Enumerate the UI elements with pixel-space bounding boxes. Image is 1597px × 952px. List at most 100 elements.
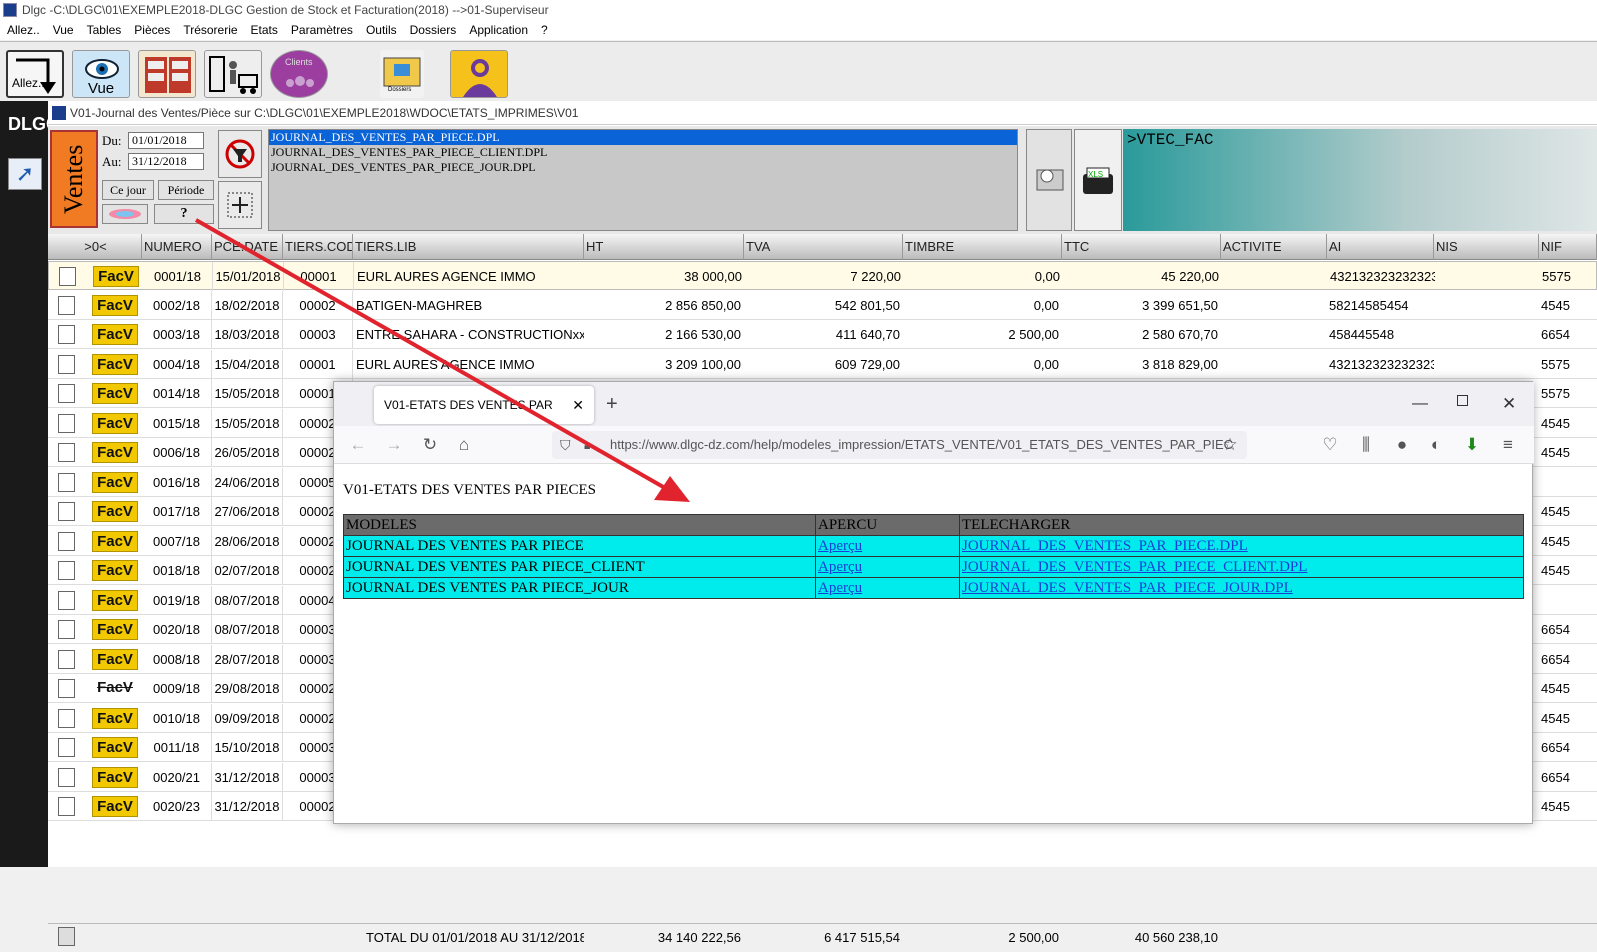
menu-tables[interactable]: Tables (87, 23, 122, 37)
col-toggle[interactable]: >0< (48, 234, 142, 260)
back-icon[interactable]: ← (346, 426, 370, 464)
facv-badge[interactable]: FacV (93, 266, 139, 287)
du-date-input[interactable]: 01/01/2018 (128, 132, 204, 149)
download-link[interactable]: JOURNAL_DES_VENTES_PAR_PIECE.DPL (962, 538, 1248, 554)
table-row[interactable]: FacV 0004/18 15/04/2018 00001 EURL AURES AGE… (48, 349, 1597, 379)
download-link[interactable]: JOURNAL_DES_VENTES_PAR_PIECE_CLIENT.DPL (962, 559, 1307, 575)
row-checkbox[interactable] (58, 649, 75, 669)
file-item[interactable]: JOURNAL_DES_VENTES_PAR_PIECE_CLIENT.DPL (269, 145, 1017, 160)
facv-badge[interactable]: FacV (92, 294, 138, 316)
row-checkbox[interactable] (58, 502, 75, 521)
bookmark-star-icon[interactable]: ☆ (1218, 426, 1242, 464)
apercu-link[interactable]: Aperçu (818, 580, 862, 596)
tables-button[interactable] (138, 50, 196, 98)
vue-button[interactable]: Vue (72, 50, 130, 98)
clients-button[interactable]: Clients (270, 50, 328, 98)
facv-badge[interactable]: FacV (92, 471, 138, 493)
sync-icon[interactable]: ● (1390, 426, 1414, 464)
facv-badge[interactable]: FacV (92, 737, 138, 758)
col-ht[interactable]: HT (584, 234, 744, 260)
row-checkbox[interactable] (58, 384, 75, 403)
row-checkbox[interactable] (58, 443, 75, 462)
facv-badge[interactable]: FacV (92, 442, 138, 463)
periode-button[interactable]: Période (158, 180, 214, 200)
menu-etats[interactable]: Etats (251, 23, 278, 37)
col-nif[interactable]: NIF (1539, 234, 1597, 260)
home-icon[interactable]: ⌂ (452, 426, 476, 464)
select-area-button[interactable] (218, 181, 262, 229)
facv-badge[interactable]: FacV (92, 412, 138, 434)
row-checkbox[interactable] (58, 413, 75, 433)
report-code-field[interactable]: >VTEC_FAC (1123, 129, 1597, 231)
shortcut-arrow-icon[interactable]: ➚ (8, 158, 42, 190)
facv-badge[interactable]: FacV (92, 648, 138, 670)
table-row[interactable]: FacV 0001/18 15/01/2018 00001 EURL AURES AGE… (48, 261, 1597, 291)
facv-badge[interactable]: FacV (92, 619, 138, 640)
row-checkbox[interactable] (58, 531, 75, 551)
allez-button[interactable]: Allez.. (6, 50, 64, 98)
file-item[interactable]: JOURNAL_DES_VENTES_PAR_PIECE_JOUR.DPL (269, 160, 1017, 175)
facv-badge[interactable]: FacV (92, 560, 138, 581)
facv-badge[interactable]: FacV (92, 589, 138, 611)
minimize-icon[interactable]: — (1412, 386, 1428, 422)
row-checkbox[interactable] (58, 354, 75, 374)
menu-allez[interactable]: Allez.. (7, 23, 40, 37)
row-checkbox[interactable] (58, 590, 75, 610)
col-numero[interactable]: NUMERO (142, 234, 212, 260)
col-timbre[interactable]: TIMBRE (903, 234, 1062, 260)
row-checkbox[interactable] (58, 738, 75, 757)
facv-badge[interactable]: FacV (92, 501, 138, 522)
close-tab-icon[interactable]: ✕ (572, 386, 584, 424)
extension-icon[interactable]: ◐ (1424, 426, 1448, 464)
menu-tresorerie[interactable]: Trésorerie (183, 23, 237, 37)
col-tiers-cod[interactable]: TIERS.COD (283, 234, 353, 260)
facv-badge[interactable]: FacV (92, 530, 138, 552)
forward-icon[interactable]: → (382, 426, 406, 464)
menu-icon[interactable]: ≡ (1496, 426, 1520, 464)
row-checkbox[interactable] (58, 295, 75, 315)
table-row[interactable]: FacV 0002/18 18/02/2018 00002 BATIGEN-MAGHRE… (48, 290, 1597, 320)
menu-parametres[interactable]: Paramètres (291, 23, 353, 37)
apercu-link[interactable]: Aperçu (818, 559, 862, 575)
facv-badge[interactable]: FacV (92, 383, 138, 404)
new-tab-icon[interactable]: + (606, 386, 618, 422)
facv-badge[interactable]: FacV (92, 707, 138, 729)
col-activite[interactable]: ACTIVITE (1221, 234, 1327, 260)
user-button[interactable] (450, 50, 508, 98)
library-icon[interactable]: ⫼ (1354, 426, 1378, 464)
row-checkbox[interactable] (58, 797, 75, 816)
facv-badge[interactable]: FacV (92, 796, 138, 817)
facv-badge[interactable]: FacV (92, 353, 138, 375)
col-tva[interactable]: TVA (744, 234, 903, 260)
pocket-icon[interactable]: ♡ (1318, 426, 1342, 464)
col-ai[interactable]: AI (1327, 234, 1434, 260)
download-link[interactable]: JOURNAL_DES_VENTES_PAR_PIECE_JOUR.DPL (962, 580, 1293, 596)
maximize-icon[interactable] (1457, 395, 1468, 406)
col-ttc[interactable]: TTC (1062, 234, 1221, 260)
menu-pieces[interactable]: Pièces (134, 23, 170, 37)
row-checkbox[interactable] (58, 620, 75, 639)
row-checkbox[interactable] (58, 927, 75, 946)
table-row[interactable]: FacV 0003/18 18/03/2018 00003 ENTRE SAHARA -… (48, 320, 1597, 349)
apercu-link[interactable]: Aperçu (818, 538, 862, 554)
download-icon[interactable]: ⬇ (1460, 426, 1484, 464)
facv-badge[interactable]: FacV (92, 766, 138, 788)
color-picker-button[interactable] (102, 204, 148, 224)
stock-button[interactable] (204, 50, 262, 98)
col-date[interactable]: PCE.DATE (212, 234, 283, 260)
browser-tab[interactable]: V01-ETATS DES VENTES PAR PIECES ✕ (374, 386, 594, 450)
facv-badge[interactable]: FacV (92, 324, 138, 345)
menu-outils[interactable]: Outils (366, 23, 397, 37)
ce-jour-button[interactable]: Ce jour (102, 180, 154, 200)
row-checkbox[interactable] (58, 767, 75, 787)
close-window-icon[interactable]: ✕ (1502, 386, 1516, 422)
row-checkbox[interactable] (59, 267, 76, 286)
preview-button[interactable] (1026, 129, 1072, 231)
menu-application[interactable]: Application (469, 23, 528, 37)
help-button[interactable]: ? (154, 204, 214, 224)
dossiers-button[interactable]: Dossiers (380, 50, 424, 98)
cancel-filter-button[interactable] (218, 130, 262, 178)
row-checkbox[interactable] (58, 325, 75, 344)
row-checkbox[interactable] (58, 472, 75, 492)
row-checkbox[interactable] (58, 561, 75, 580)
